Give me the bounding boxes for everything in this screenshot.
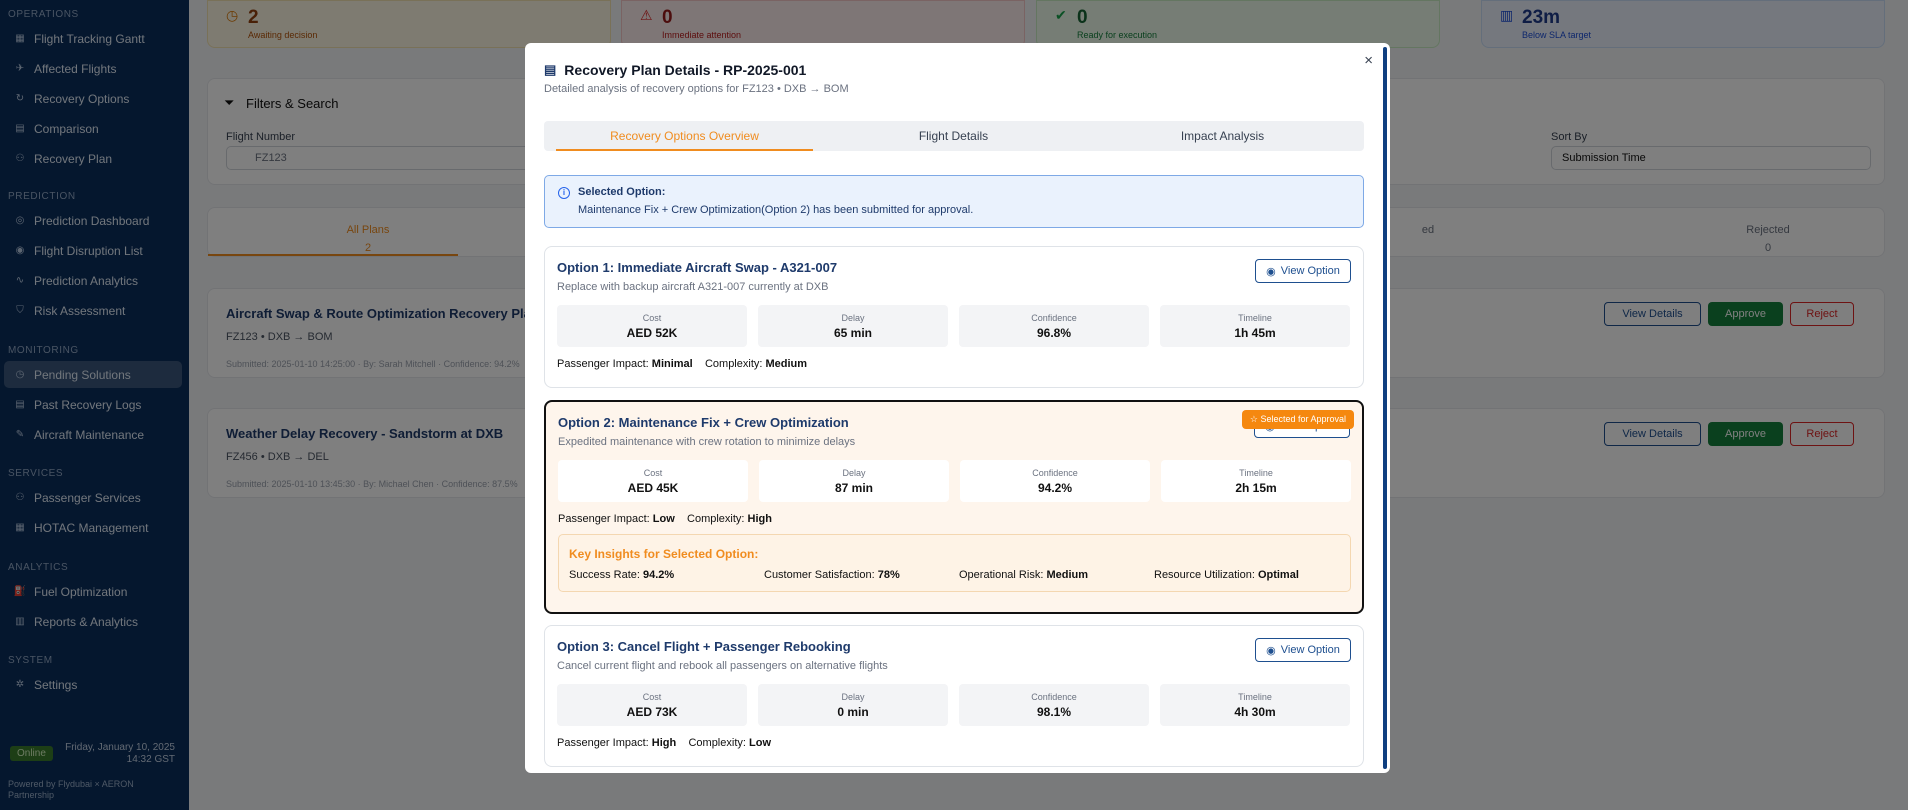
view-option-button[interactable]: ◉View Option xyxy=(1255,638,1351,662)
insights-title: Key Insights for Selected Option: xyxy=(569,547,759,561)
eye-icon: ◉ xyxy=(1266,265,1276,278)
tab-recovery-options-overview[interactable]: Recovery Options Overview xyxy=(556,121,813,151)
recovery-plan-modal: ▤ Recovery Plan Details - RP-2025-001 De… xyxy=(525,43,1390,773)
option-impact-row: Passenger Impact: High Complexity: Low xyxy=(557,737,771,749)
option-card-2: Option 2: Maintenance Fix + Crew Optimiz… xyxy=(544,400,1364,614)
option-title: Option 2: Maintenance Fix + Crew Optimiz… xyxy=(558,415,849,430)
metric-cost: Cost AED 52K xyxy=(557,305,747,347)
option-description: Expedited maintenance with crew rotation… xyxy=(558,436,856,448)
metric-confidence: Confidence 94.2% xyxy=(960,460,1150,502)
modal-subtitle: Detailed analysis of recovery options fo… xyxy=(544,83,849,95)
metric-delay: Delay 65 min xyxy=(758,305,948,347)
modal-title: ▤ Recovery Plan Details - RP-2025-001 xyxy=(544,62,807,78)
eye-icon: ◉ xyxy=(1266,644,1276,657)
option-title: Option 1: Immediate Aircraft Swap - A321… xyxy=(557,260,838,275)
option-description: Replace with backup aircraft A321-007 cu… xyxy=(557,281,829,293)
metric-cost: Cost AED 73K xyxy=(557,684,747,726)
selected-option-alert: i Selected Option: Maintenance Fix + Cre… xyxy=(544,175,1364,228)
close-icon[interactable]: × xyxy=(1364,52,1373,69)
selected-for-approval-badge: ☆ Selected for Approval xyxy=(1241,410,1354,429)
metric-timeline: Timeline 4h 30m xyxy=(1160,684,1350,726)
alert-body: Maintenance Fix + Crew Optimization(Opti… xyxy=(578,204,974,216)
metric-delay: Delay 87 min xyxy=(759,460,949,502)
option-title: Option 3: Cancel Flight + Passenger Rebo… xyxy=(557,639,851,654)
document-icon: ▤ xyxy=(544,62,557,77)
tab-flight-details[interactable]: Flight Details xyxy=(825,121,1082,151)
option-description: Cancel current flight and rebook all pas… xyxy=(557,660,888,672)
metric-confidence: Confidence 98.1% xyxy=(959,684,1149,726)
insight-success-rate: Success Rate: 94.2% xyxy=(569,569,675,581)
modal-tabs: Recovery Options Overview Flight Details… xyxy=(544,121,1364,151)
info-icon: i xyxy=(558,187,570,199)
insight-resource-utilization: Resource Utilization: Optimal xyxy=(1154,569,1299,581)
metric-delay: Delay 0 min xyxy=(758,684,948,726)
insight-operational-risk: Operational Risk: Medium xyxy=(959,569,1088,581)
key-insights-panel: Key Insights for Selected Option: Succes… xyxy=(558,534,1351,592)
scrollbar[interactable] xyxy=(1383,47,1387,769)
tab-impact-analysis[interactable]: Impact Analysis xyxy=(1094,121,1351,151)
tab-underline xyxy=(556,149,813,151)
view-option-button[interactable]: ◉View Option xyxy=(1255,259,1351,283)
option-impact-row: Passenger Impact: Minimal Complexity: Me… xyxy=(557,358,808,370)
star-icon: ☆ xyxy=(1249,414,1258,424)
alert-title: Selected Option: xyxy=(578,186,666,198)
option-card-1: Option 1: Immediate Aircraft Swap - A321… xyxy=(544,246,1364,388)
insight-customer-satisfaction: Customer Satisfaction: 78% xyxy=(764,569,900,581)
metric-timeline: Timeline 2h 15m xyxy=(1161,460,1351,502)
metric-timeline: Timeline 1h 45m xyxy=(1160,305,1350,347)
metric-confidence: Confidence 96.8% xyxy=(959,305,1149,347)
option-card-3: Option 3: Cancel Flight + Passenger Rebo… xyxy=(544,625,1364,767)
option-impact-row: Passenger Impact: Low Complexity: High xyxy=(558,513,772,525)
metric-cost: Cost AED 45K xyxy=(558,460,748,502)
